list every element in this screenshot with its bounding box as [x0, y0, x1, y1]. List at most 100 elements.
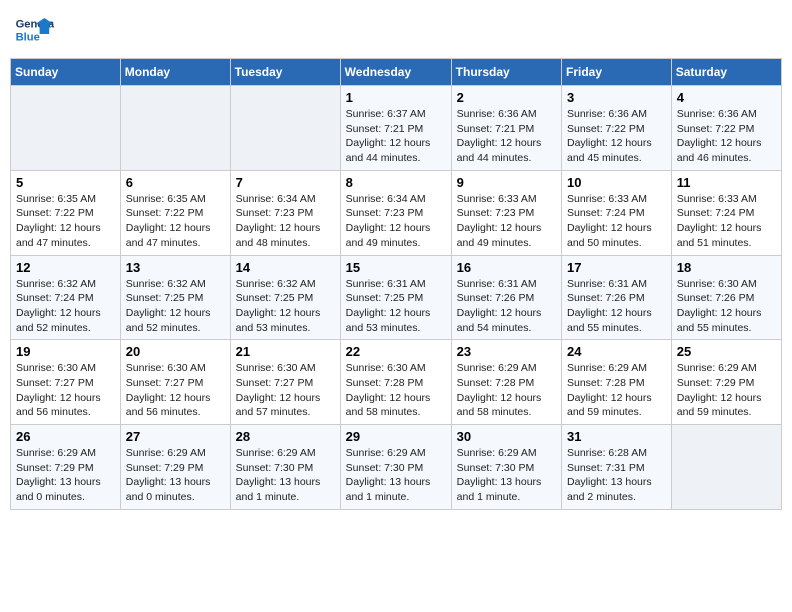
calendar-cell: 3Sunrise: 6:36 AMSunset: 7:22 PMDaylight…	[562, 86, 672, 171]
calendar-week-4: 19 Sunrise: 6:30 AMSunset: 7:27 PMDayligh…	[11, 340, 782, 425]
calendar-cell: 18 Sunrise: 6:30 AMSunset: 7:26 PMDayligh…	[671, 255, 781, 340]
day-number: 17	[567, 260, 666, 275]
calendar-cell: 26Sunrise: 6:29 AMSunset: 7:29 PMDayligh…	[11, 425, 121, 510]
calendar-week-3: 12Sunrise: 6:32 AMSunset: 7:24 PMDayligh…	[11, 255, 782, 340]
svg-text:Blue: Blue	[16, 31, 40, 43]
calendar-week-1: 1 Sunrise: 6:37 AMSunset: 7:21 PMDaylight…	[11, 86, 782, 171]
calendar-week-2: 5 Sunrise: 6:35 AMSunset: 7:22 PMDaylight…	[11, 170, 782, 255]
day-number: 27	[126, 429, 225, 444]
day-info: Sunrise: 6:30 AMSunset: 7:26 PMDaylight:…	[677, 277, 776, 336]
calendar-cell: 29 Sunrise: 6:29 AMSunset: 7:30 PMDayligh…	[340, 425, 451, 510]
calendar-cell: 5 Sunrise: 6:35 AMSunset: 7:22 PMDaylight…	[11, 170, 121, 255]
day-number: 23	[457, 344, 556, 359]
day-number: 12	[16, 260, 115, 275]
day-info: Sunrise: 6:37 AMSunset: 7:21 PMDaylight:…	[346, 107, 446, 166]
day-info: Sunrise: 6:29 AMSunset: 7:30 PMDaylight:…	[346, 446, 446, 505]
calendar-cell: 12Sunrise: 6:32 AMSunset: 7:24 PMDayligh…	[11, 255, 121, 340]
day-number: 20	[126, 344, 225, 359]
day-number: 25	[677, 344, 776, 359]
day-info: Sunrise: 6:29 AMSunset: 7:29 PMDaylight:…	[16, 446, 115, 505]
day-header-tuesday: Tuesday	[230, 59, 340, 86]
calendar-cell: 13 Sunrise: 6:32 AMSunset: 7:25 PMDayligh…	[120, 255, 230, 340]
day-info: Sunrise: 6:29 AMSunset: 7:30 PMDaylight:…	[457, 446, 556, 505]
calendar-cell: 7Sunrise: 6:34 AMSunset: 7:23 PMDaylight…	[230, 170, 340, 255]
day-number: 31	[567, 429, 666, 444]
calendar-cell: 4Sunrise: 6:36 AMSunset: 7:22 PMDaylight…	[671, 86, 781, 171]
day-number: 21	[236, 344, 335, 359]
calendar-cell: 19 Sunrise: 6:30 AMSunset: 7:27 PMDayligh…	[11, 340, 121, 425]
calendar-week-5: 26Sunrise: 6:29 AMSunset: 7:29 PMDayligh…	[11, 425, 782, 510]
day-info: Sunrise: 6:33 AMSunset: 7:24 PMDaylight:…	[677, 192, 776, 251]
day-info: Sunrise: 6:32 AMSunset: 7:25 PMDaylight:…	[236, 277, 335, 336]
day-number: 18	[677, 260, 776, 275]
day-info: Sunrise: 6:30 AMSunset: 7:27 PMDaylight:…	[236, 361, 335, 420]
calendar-cell: 8 Sunrise: 6:34 AMSunset: 7:23 PMDaylight…	[340, 170, 451, 255]
day-info: Sunrise: 6:28 AMSunset: 7:31 PMDaylight:…	[567, 446, 666, 505]
calendar-cell: 25 Sunrise: 6:29 AMSunset: 7:29 PMDayligh…	[671, 340, 781, 425]
calendar-cell: 2 Sunrise: 6:36 AMSunset: 7:21 PMDaylight…	[451, 86, 561, 171]
day-number: 1	[346, 90, 446, 105]
calendar-header-row: SundayMondayTuesdayWednesdayThursdayFrid…	[11, 59, 782, 86]
day-header-friday: Friday	[562, 59, 672, 86]
day-info: Sunrise: 6:36 AMSunset: 7:21 PMDaylight:…	[457, 107, 556, 166]
calendar-cell: 20 Sunrise: 6:30 AMSunset: 7:27 PMDayligh…	[120, 340, 230, 425]
day-number: 7	[236, 175, 335, 190]
day-info: Sunrise: 6:29 AMSunset: 7:29 PMDaylight:…	[677, 361, 776, 420]
day-number: 15	[346, 260, 446, 275]
day-info: Sunrise: 6:31 AMSunset: 7:25 PMDaylight:…	[346, 277, 446, 336]
day-number: 5	[16, 175, 115, 190]
day-info: Sunrise: 6:33 AMSunset: 7:24 PMDaylight:…	[567, 192, 666, 251]
day-info: Sunrise: 6:30 AMSunset: 7:28 PMDaylight:…	[346, 361, 446, 420]
day-number: 19	[16, 344, 115, 359]
calendar-cell: 23 Sunrise: 6:29 AMSunset: 7:28 PMDayligh…	[451, 340, 561, 425]
day-info: Sunrise: 6:30 AMSunset: 7:27 PMDaylight:…	[16, 361, 115, 420]
day-number: 16	[457, 260, 556, 275]
day-info: Sunrise: 6:35 AMSunset: 7:22 PMDaylight:…	[16, 192, 115, 251]
day-info: Sunrise: 6:32 AMSunset: 7:25 PMDaylight:…	[126, 277, 225, 336]
calendar-cell	[11, 86, 121, 171]
calendar-cell: 27 Sunrise: 6:29 AMSunset: 7:29 PMDayligh…	[120, 425, 230, 510]
day-info: Sunrise: 6:31 AMSunset: 7:26 PMDaylight:…	[457, 277, 556, 336]
calendar-cell: 21 Sunrise: 6:30 AMSunset: 7:27 PMDayligh…	[230, 340, 340, 425]
day-info: Sunrise: 6:36 AMSunset: 7:22 PMDaylight:…	[567, 107, 666, 166]
calendar-cell: 6 Sunrise: 6:35 AMSunset: 7:22 PMDaylight…	[120, 170, 230, 255]
calendar-cell: 28Sunrise: 6:29 AMSunset: 7:30 PMDayligh…	[230, 425, 340, 510]
calendar-cell: 31 Sunrise: 6:28 AMSunset: 7:31 PMDayligh…	[562, 425, 672, 510]
day-number: 11	[677, 175, 776, 190]
day-header-sunday: Sunday	[11, 59, 121, 86]
calendar-cell: 16 Sunrise: 6:31 AMSunset: 7:26 PMDayligh…	[451, 255, 561, 340]
day-header-wednesday: Wednesday	[340, 59, 451, 86]
day-info: Sunrise: 6:33 AMSunset: 7:23 PMDaylight:…	[457, 192, 556, 251]
calendar-cell: 17 Sunrise: 6:31 AMSunset: 7:26 PMDayligh…	[562, 255, 672, 340]
day-info: Sunrise: 6:34 AMSunset: 7:23 PMDaylight:…	[346, 192, 446, 251]
day-number: 22	[346, 344, 446, 359]
day-number: 6	[126, 175, 225, 190]
calendar-cell	[671, 425, 781, 510]
day-header-saturday: Saturday	[671, 59, 781, 86]
page-header: General Blue	[10, 10, 782, 50]
day-number: 13	[126, 260, 225, 275]
day-number: 8	[346, 175, 446, 190]
day-info: Sunrise: 6:35 AMSunset: 7:22 PMDaylight:…	[126, 192, 225, 251]
day-info: Sunrise: 6:31 AMSunset: 7:26 PMDaylight:…	[567, 277, 666, 336]
calendar-cell: 11 Sunrise: 6:33 AMSunset: 7:24 PMDayligh…	[671, 170, 781, 255]
logo: General Blue	[14, 10, 58, 50]
day-number: 9	[457, 175, 556, 190]
day-info: Sunrise: 6:29 AMSunset: 7:28 PMDaylight:…	[457, 361, 556, 420]
calendar-table: SundayMondayTuesdayWednesdayThursdayFrid…	[10, 58, 782, 510]
day-info: Sunrise: 6:30 AMSunset: 7:27 PMDaylight:…	[126, 361, 225, 420]
day-header-monday: Monday	[120, 59, 230, 86]
day-number: 29	[346, 429, 446, 444]
day-info: Sunrise: 6:29 AMSunset: 7:29 PMDaylight:…	[126, 446, 225, 505]
calendar-cell: 24Sunrise: 6:29 AMSunset: 7:28 PMDayligh…	[562, 340, 672, 425]
calendar-cell: 1 Sunrise: 6:37 AMSunset: 7:21 PMDaylight…	[340, 86, 451, 171]
day-number: 4	[677, 90, 776, 105]
calendar-cell: 14 Sunrise: 6:32 AMSunset: 7:25 PMDayligh…	[230, 255, 340, 340]
day-number: 14	[236, 260, 335, 275]
day-header-thursday: Thursday	[451, 59, 561, 86]
day-number: 2	[457, 90, 556, 105]
day-number: 28	[236, 429, 335, 444]
calendar-cell	[230, 86, 340, 171]
day-number: 30	[457, 429, 556, 444]
calendar-cell: 30 Sunrise: 6:29 AMSunset: 7:30 PMDayligh…	[451, 425, 561, 510]
